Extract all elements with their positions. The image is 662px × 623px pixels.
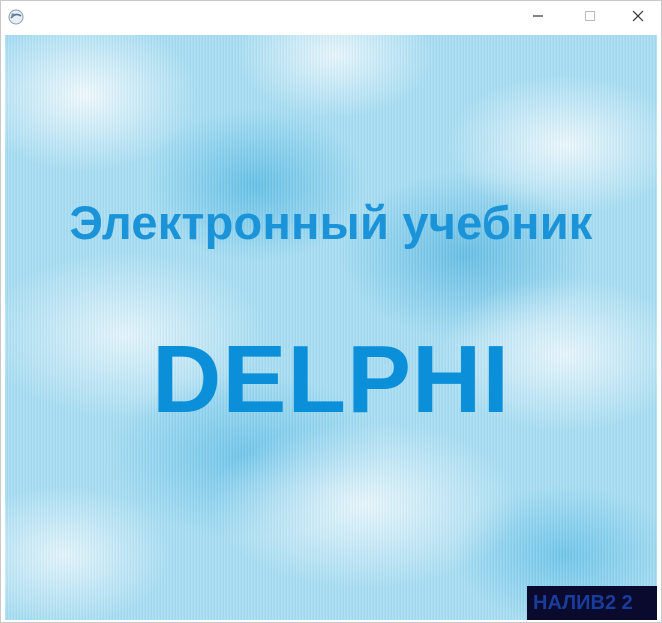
close-icon [632,9,644,27]
subtitle-text: Электронный учебник [69,196,593,249]
author-label: НАЛИВ2 2 [527,586,657,620]
app-window: Электронный учебник DELPHI НАЛИВ2 2 [0,0,662,623]
title-bar[interactable] [1,1,661,35]
splash-content: Электронный учебник DELPHI НАЛИВ2 2 [5,35,657,620]
maximize-button[interactable] [567,1,613,35]
app-icon[interactable] [7,8,25,26]
minimize-button[interactable] [515,1,561,35]
minimize-icon [532,9,544,27]
maximize-icon [584,9,596,27]
title-text: DELPHI [151,326,511,433]
close-button[interactable] [615,1,661,35]
